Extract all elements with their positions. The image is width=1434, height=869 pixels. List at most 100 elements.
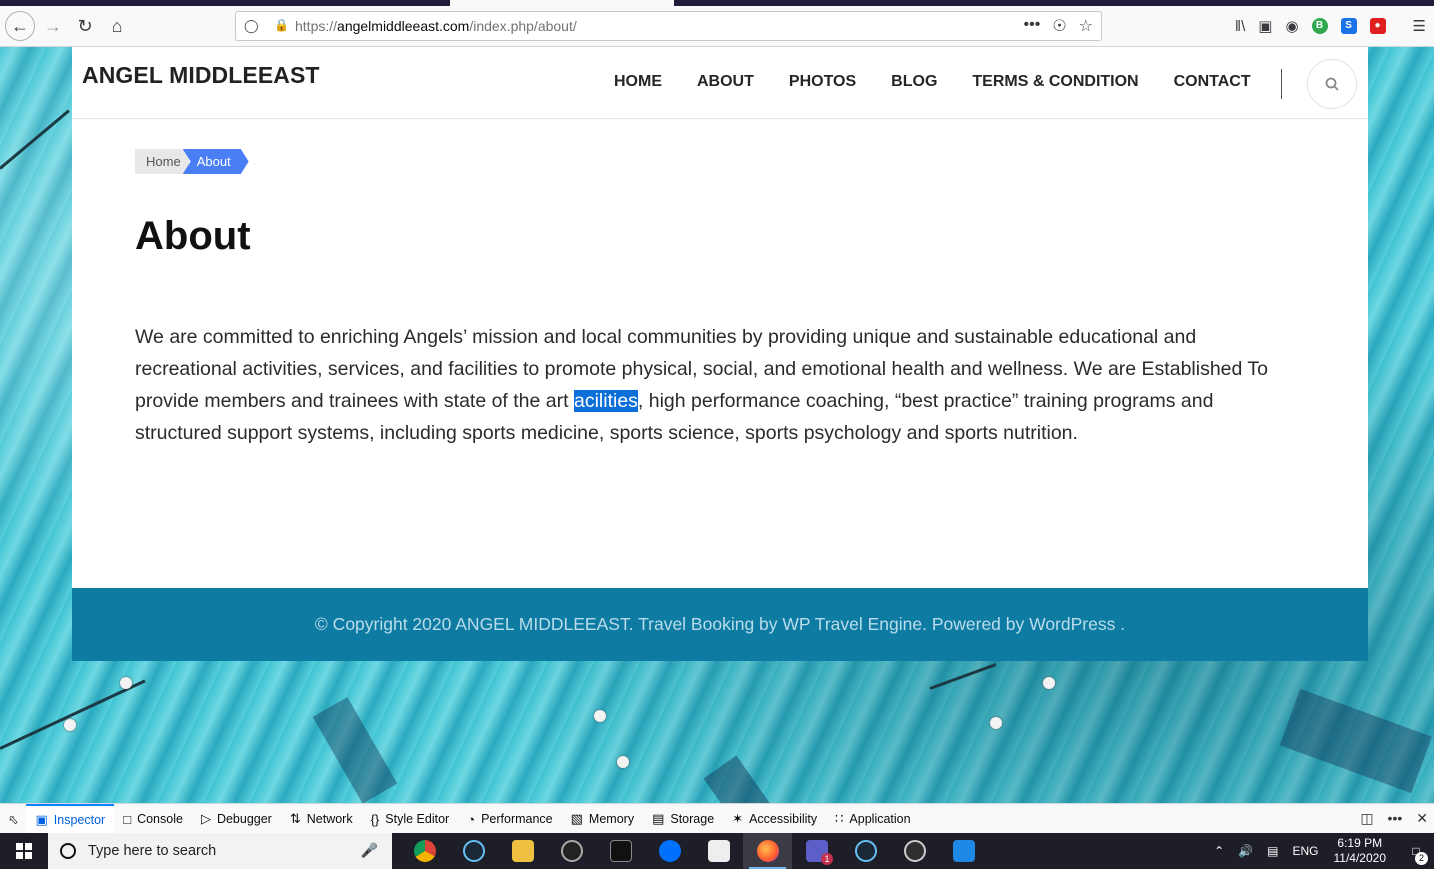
- main-menu: HOME ABOUT PHOTOS BLOG TERMS & CONDITION…: [614, 73, 1251, 91]
- memory-icon: ▧: [570, 811, 583, 826]
- performance-icon: ◔: [467, 811, 476, 827]
- search-button[interactable]: [1307, 59, 1357, 109]
- clock-date: 11/4/2020: [1333, 851, 1387, 865]
- site-container: ANGEL MIDDLEEAST HOME ABOUT PHOTOS BLOG …: [72, 47, 1368, 661]
- taskbar-apps: 1: [400, 833, 988, 869]
- menu-blog[interactable]: BLOG: [891, 73, 937, 91]
- app-dark-icon[interactable]: [547, 833, 596, 869]
- site-logo[interactable]: ANGEL MIDDLEEAST: [82, 62, 320, 89]
- extension-blue-icon[interactable]: S: [1340, 18, 1357, 34]
- steam-2-icon[interactable]: [841, 833, 890, 869]
- browser-toolbar: ← → ↻ ⌂ ◯ 🔒 https://angelmiddleeast.com/…: [0, 6, 1434, 47]
- firefox-icon[interactable]: [743, 833, 792, 869]
- debugger-icon: ▷: [200, 811, 211, 826]
- devtools-tab-accessibility[interactable]: ✶ Accessibility: [723, 804, 826, 834]
- application-icon: ∷: [835, 811, 844, 826]
- devtools-tab-network[interactable]: ⇅ Network: [281, 804, 362, 834]
- taskbar-search-placeholder: Type here to search: [88, 843, 217, 859]
- chrome-icon[interactable]: [400, 833, 449, 869]
- lane-buoy: [64, 719, 76, 731]
- lane-shadow: [312, 697, 398, 804]
- devtools-tab-memory[interactable]: ▧ Memory: [562, 804, 643, 834]
- windows-logo-icon: [16, 843, 32, 859]
- devtools-tab-performance[interactable]: ◔ Performance: [458, 804, 561, 834]
- action-center-icon[interactable]: □ 2: [1398, 833, 1434, 869]
- storage-icon: ▤: [652, 811, 665, 826]
- library-icon[interactable]: ‖\: [1235, 18, 1245, 35]
- menu-terms[interactable]: TERMS & CONDITION: [972, 73, 1138, 91]
- site-header: ANGEL MIDDLEEAST HOME ABOUT PHOTOS BLOG …: [72, 47, 1368, 119]
- devtools-tab-debugger[interactable]: ▷ Debugger: [192, 804, 281, 834]
- obs-icon[interactable]: [890, 833, 939, 869]
- clock[interactable]: 6:19 PM 11/4/2020: [1334, 836, 1387, 866]
- reload-icon[interactable]: ↻: [71, 12, 99, 40]
- sidebar-icon[interactable]: ▣: [1258, 17, 1272, 35]
- about-body-text: We are committed to enriching Angels’ mi…: [135, 321, 1275, 449]
- close-devtools-icon[interactable]: ✕: [1416, 810, 1428, 827]
- devtools-tab-inspector[interactable]: ▣ Inspector: [26, 804, 115, 834]
- menu-photos[interactable]: PHOTOS: [789, 73, 856, 91]
- epic-games-icon[interactable]: [596, 833, 645, 869]
- search-circle-icon: [60, 843, 76, 859]
- file-explorer-icon[interactable]: [498, 833, 547, 869]
- breadcrumb-current: About: [182, 149, 249, 174]
- menu-icon[interactable]: ☰: [1413, 17, 1426, 35]
- language-indicator[interactable]: ENG: [1292, 844, 1318, 858]
- windows-taskbar: Type here to search 🎤 1 ⌃ 🔊 ▤ ENG 6:19 P…: [0, 833, 1434, 869]
- page-title: About: [135, 214, 251, 258]
- adblock-icon[interactable]: ●: [1369, 18, 1386, 34]
- devtools-tab-style-editor[interactable]: {} Style Editor: [362, 804, 459, 834]
- url-text[interactable]: https://angelmiddleeast.com/index.php/ab…: [295, 18, 577, 34]
- lane-rope: [0, 679, 146, 750]
- element-picker-icon[interactable]: ⬁: [0, 804, 26, 834]
- microphone-icon[interactable]: 🎤: [361, 842, 378, 859]
- style-editor-icon: {}: [370, 811, 380, 827]
- lane-buoy: [120, 677, 132, 689]
- breadcrumb-home[interactable]: Home: [135, 149, 189, 174]
- account-icon[interactable]: ◉: [1285, 17, 1298, 35]
- devtools-tab-application[interactable]: ∷ Application: [826, 804, 919, 834]
- search-icon: [1325, 77, 1339, 91]
- lane-buoy: [594, 710, 606, 722]
- show-hidden-icons-icon[interactable]: ⌃: [1214, 844, 1224, 858]
- inspector-icon: ▣: [35, 812, 48, 827]
- menu-about[interactable]: ABOUT: [697, 73, 754, 91]
- console-icon: □: [123, 811, 132, 827]
- start-button[interactable]: [0, 833, 48, 869]
- dock-icon[interactable]: ◫: [1360, 810, 1373, 827]
- devtools-toolbar: ⬁ ▣ Inspector □ Console ▷ Debugger ⇅ Network…: [0, 803, 1434, 834]
- devtools-tab-storage[interactable]: ▤ Storage: [643, 804, 723, 834]
- teams-icon[interactable]: 1: [792, 833, 841, 869]
- url-bar[interactable]: ◯ 🔒 https://angelmiddleeast.com/index.ph…: [235, 11, 1102, 41]
- footer-copyright: © Copyright 2020 ANGEL MIDDLEEAST. Trave…: [314, 614, 1126, 634]
- extension-green-icon[interactable]: B: [1311, 18, 1328, 34]
- notification-count: 2: [1415, 852, 1428, 865]
- uplay-icon[interactable]: [645, 833, 694, 869]
- accessibility-icon: ✶: [732, 811, 744, 826]
- home-icon[interactable]: ⌂: [103, 12, 131, 40]
- media-player-icon[interactable]: [939, 833, 988, 869]
- clock-time: 6:19 PM: [1337, 836, 1383, 850]
- forward-icon[interactable]: →: [39, 12, 67, 40]
- back-icon[interactable]: ←: [5, 11, 35, 41]
- devtools-tab-console[interactable]: □ Console: [114, 804, 192, 834]
- devtools-more-icon[interactable]: •••: [1388, 810, 1403, 827]
- teams-badge: 1: [821, 853, 833, 865]
- lock-icon[interactable]: 🔒: [274, 18, 289, 34]
- lane-rope: [0, 109, 70, 170]
- system-tray: ⌃ 🔊 ▤ ENG 6:19 PM 11/4/2020 □ 2: [1207, 833, 1434, 869]
- visual-studio-icon[interactable]: [694, 833, 743, 869]
- shield-icon[interactable]: ◯: [244, 18, 260, 34]
- lane-buoy: [1043, 677, 1055, 689]
- network-icon[interactable]: ▤: [1267, 844, 1278, 858]
- page-actions-icon[interactable]: •••: [1024, 16, 1041, 36]
- pocket-icon[interactable]: ☉: [1052, 16, 1066, 36]
- lane-buoy: [617, 756, 629, 768]
- steam-icon[interactable]: [449, 833, 498, 869]
- bookmark-star-icon[interactable]: ☆: [1079, 16, 1093, 36]
- menu-home[interactable]: HOME: [614, 73, 662, 91]
- breadcrumb: Home About: [135, 149, 249, 174]
- volume-icon[interactable]: 🔊: [1238, 844, 1253, 858]
- menu-contact[interactable]: CONTACT: [1174, 73, 1251, 91]
- taskbar-search[interactable]: Type here to search 🎤: [48, 833, 392, 869]
